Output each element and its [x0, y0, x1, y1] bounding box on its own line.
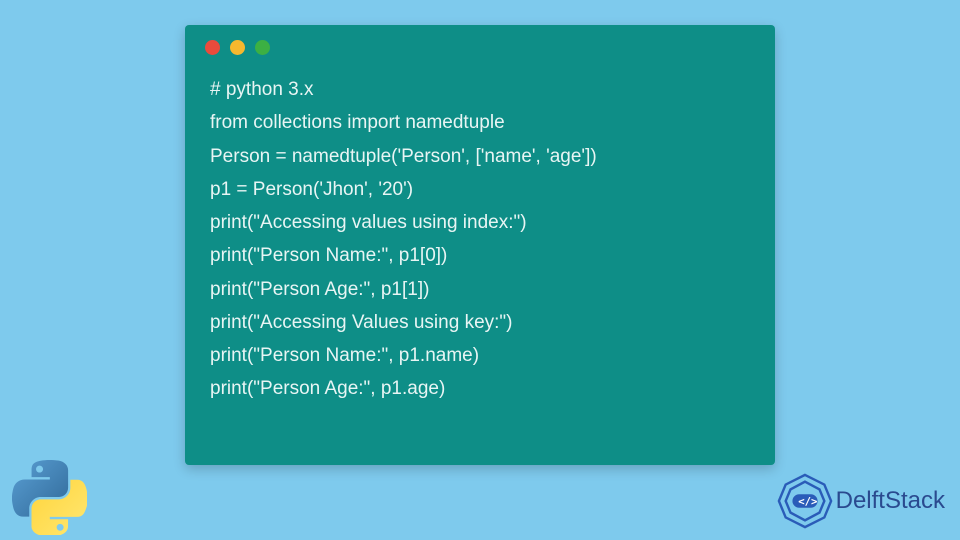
code-line: print("Person Name:", p1[0]): [210, 245, 447, 266]
minimize-dot: [230, 40, 245, 55]
code-line: print("Person Age:", p1[1]): [210, 279, 429, 300]
code-line: p1 = Person('Jhon', '20'): [210, 179, 413, 200]
window-controls: [185, 25, 775, 65]
delftstack-emblem-icon: </>: [776, 472, 834, 530]
code-line: from collections import namedtuple: [210, 112, 505, 133]
delftstack-logo: </> DelftStack: [776, 472, 945, 530]
code-line: print("Person Name:", p1.name): [210, 345, 479, 366]
python-logo-icon: [12, 460, 87, 535]
maximize-dot: [255, 40, 270, 55]
delftstack-text: DelftStack: [836, 487, 945, 515]
code-line: print("Accessing values using index:"): [210, 212, 527, 233]
code-line: print("Accessing Values using key:"): [210, 312, 513, 333]
svg-text:</>: </>: [798, 495, 817, 508]
code-content: # python 3.x from collections import nam…: [185, 65, 775, 426]
close-dot: [205, 40, 220, 55]
code-line: # python 3.x: [210, 79, 314, 100]
code-window: # python 3.x from collections import nam…: [185, 25, 775, 465]
code-line: print("Person Age:", p1.age): [210, 378, 445, 399]
code-line: Person = namedtuple('Person', ['name', '…: [210, 146, 597, 167]
